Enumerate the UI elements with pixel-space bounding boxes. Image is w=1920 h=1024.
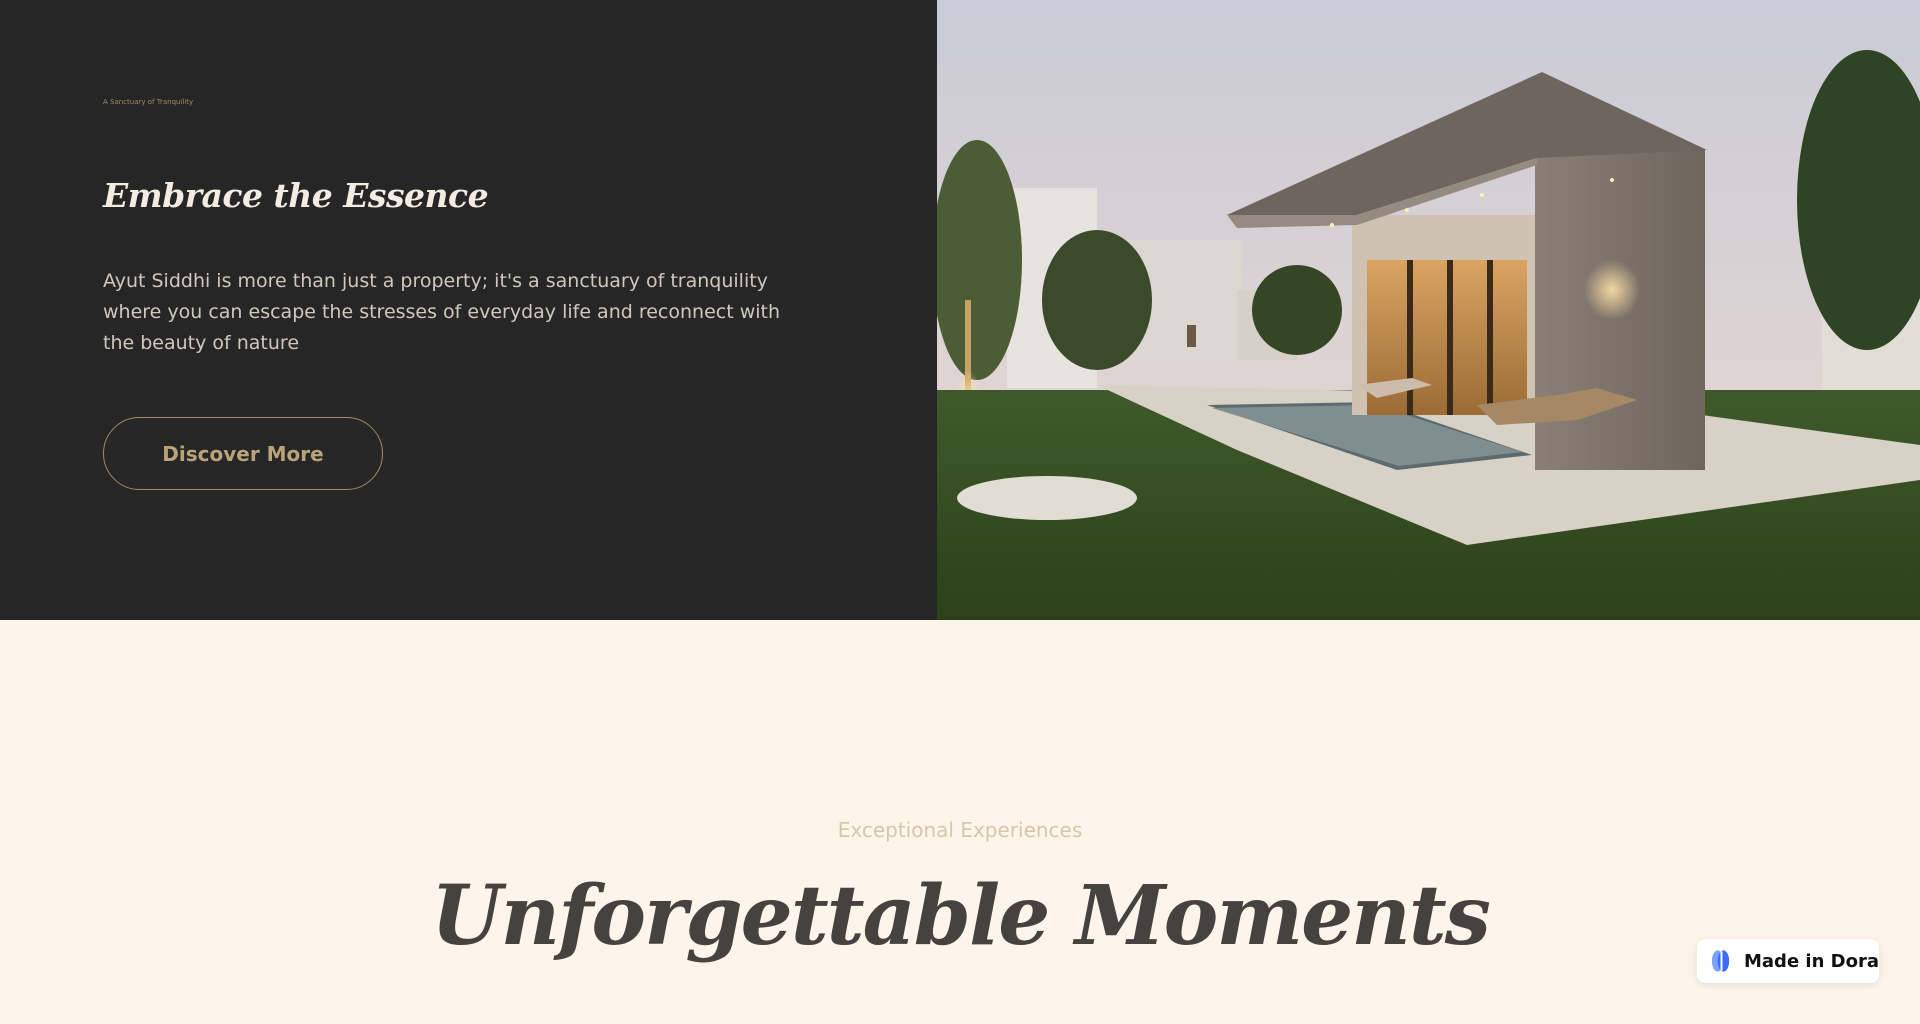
hero-text-panel: A Sanctuary of Tranquility Embrace the E…	[0, 0, 937, 620]
villa-pool-image	[937, 0, 1920, 620]
hero-section: A Sanctuary of Tranquility Embrace the E…	[0, 0, 1920, 620]
hero-description: Ayut Siddhi is more than just a property…	[103, 270, 781, 354]
made-in-dora-badge[interactable]: Made in Dora	[1697, 939, 1879, 983]
moments-title: Unforgettable Moments	[431, 868, 1491, 964]
villa-illustration	[937, 0, 1920, 620]
discover-more-button[interactable]: Discover More	[103, 417, 383, 490]
moments-eyebrow: Exceptional Experiences	[837, 818, 1083, 842]
dora-logo-icon	[1711, 950, 1730, 972]
hero-eyebrow: A Sanctuary of Tranquility	[103, 98, 194, 106]
hero-title: Embrace the Essence	[103, 176, 489, 215]
made-in-dora-label: Made in Dora	[1744, 950, 1879, 972]
